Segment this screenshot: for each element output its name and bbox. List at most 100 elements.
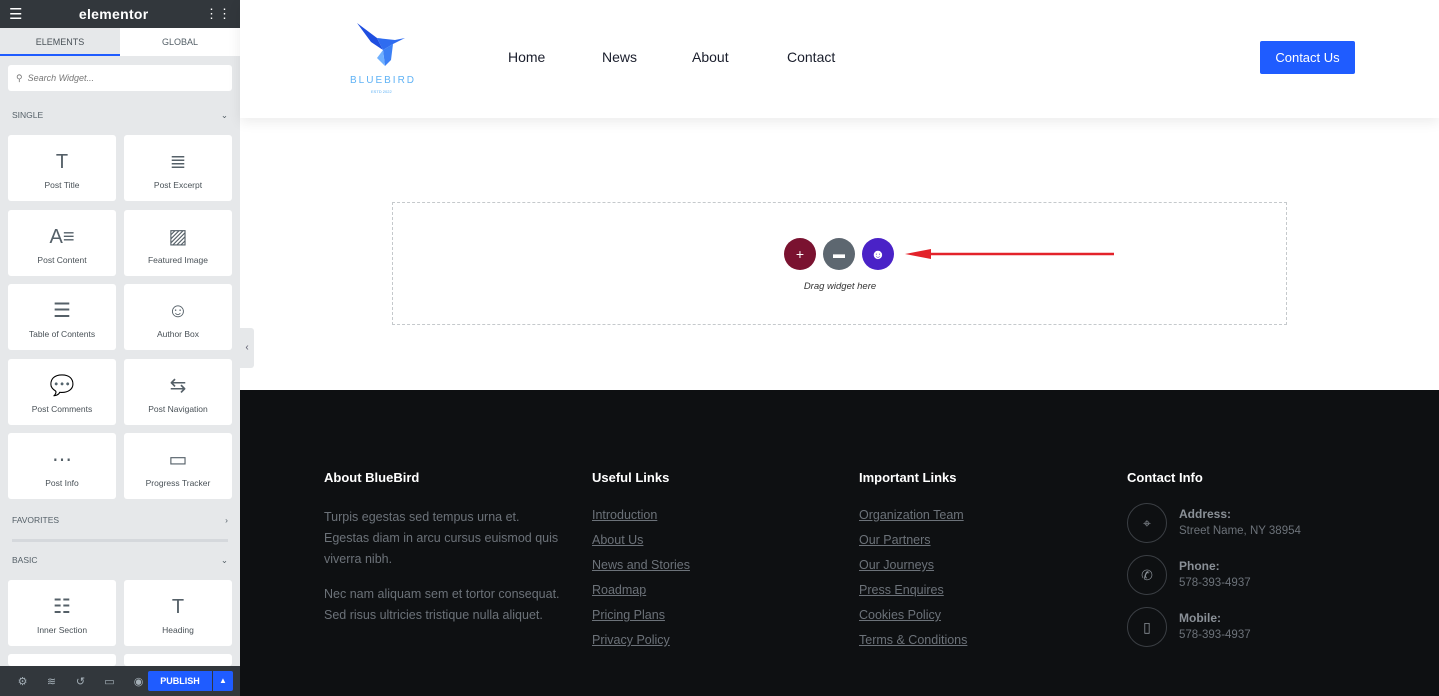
widget-post-excerpt[interactable]: ≣ Post Excerpt	[124, 135, 232, 201]
mobile-icon: ▯	[1127, 607, 1167, 647]
chevron-right-icon: ›	[225, 515, 228, 525]
widget-inner-section[interactable]: ☷ Inner Section	[8, 580, 116, 646]
widget-icon: ⋯	[52, 449, 72, 471]
elementor-logo: elementor	[78, 6, 149, 22]
widget-label: Post Content	[37, 254, 87, 265]
footer-link[interactable]: Introduction	[592, 507, 832, 524]
footer-link[interactable]: Our Partners	[859, 532, 1099, 549]
widget-icon: A≡	[49, 225, 75, 248]
category-single[interactable]: SINGLE ⌄	[12, 110, 228, 121]
editor-panel: ☰ elementor ⋮⋮ ELEMENTS GLOBAL ⚲ Search W…	[0, 0, 240, 696]
widget-post-comments[interactable]: 💬 Post Comments	[8, 358, 116, 425]
contact-value: Street Name, NY 38954	[1179, 525, 1301, 537]
widget-icon: ≣	[169, 151, 187, 173]
footer-link[interactable]: Privacy Policy	[592, 632, 832, 649]
red-arrow-annotation	[905, 249, 1114, 259]
contact-item: ⌖ Address: Street Name, NY 38954	[1127, 503, 1367, 543]
responsive-mode-icon[interactable]: ▭	[95, 675, 124, 688]
widget-icon: T	[55, 151, 69, 173]
footer-link[interactable]: Cookies Policy	[859, 607, 1099, 624]
footer-text: Nec nam aliquam sem et tortor consequat.…	[324, 587, 560, 622]
widget-post-title[interactable]: T Post Title	[8, 135, 116, 201]
logo-text: BLUEBIRD	[350, 75, 417, 86]
footer-link[interactable]: Organization Team	[859, 507, 1099, 524]
widget-label: Post Comments	[31, 403, 93, 414]
widget-featured-image[interactable]: ▨ Featured Image	[124, 209, 232, 276]
hamburger-menu-icon[interactable]: ☰	[9, 5, 22, 23]
footer-link[interactable]: Roadmap	[592, 582, 832, 599]
nav-about[interactable]: About	[692, 49, 729, 65]
footer-link[interactable]: Press Enquires	[859, 582, 1099, 599]
search-widget-input[interactable]: ⚲ Search Widget...	[8, 65, 232, 91]
publish-options-caret-icon[interactable]: ▲	[213, 671, 233, 691]
footer-text: Turpis egestas sed tempus urna et. Egest…	[324, 510, 559, 566]
logo-subtext: ESTD 2022	[371, 89, 392, 94]
widget-icon: ☷	[53, 596, 71, 618]
history-icon[interactable]: ↺	[66, 675, 95, 688]
widget-tile[interactable]	[124, 654, 232, 666]
footer-heading: Important Links	[859, 470, 957, 485]
grid-apps-icon[interactable]: ⋮⋮	[205, 6, 231, 22]
widget-label: Post Title	[44, 180, 80, 190]
widget-icon: ⇆	[169, 374, 187, 397]
panel-footer: ⚙ ≋ ↺ ▭ ◉ PUBLISH ▲	[0, 666, 240, 696]
widget-author-box[interactable]: ☺ Author Box	[124, 284, 232, 350]
widget-label: Post Navigation	[148, 403, 208, 414]
settings-gear-icon[interactable]: ⚙	[8, 675, 37, 688]
footer-heading: About BlueBird	[324, 470, 420, 485]
chevron-down-icon: ⌄	[220, 555, 228, 565]
bluebird-logo-icon[interactable]	[355, 20, 415, 70]
panel-header: ☰ elementor ⋮⋮	[0, 0, 240, 28]
widget-tile[interactable]	[8, 654, 116, 666]
publish-button[interactable]: PUBLISH	[148, 671, 212, 691]
widget-post-info[interactable]: ⋯ Post Info	[8, 433, 116, 499]
footer-important-links: Important Links Organization Team Our Par…	[859, 470, 1099, 657]
widget-icon: ▭	[168, 449, 188, 471]
footer-link[interactable]: Pricing Plans	[592, 607, 832, 624]
navigator-layers-icon[interactable]: ≋	[37, 675, 66, 688]
footer-heading: Contact Info	[1127, 470, 1203, 485]
add-template-folder-icon[interactable]: ▬	[823, 238, 855, 270]
site-footer: About BlueBird Turpis egestas sed tempus…	[240, 390, 1439, 696]
widget-label: Heading	[162, 625, 194, 635]
widget-table-of-contents[interactable]: ☰ Table of Contents	[8, 284, 116, 350]
footer-link[interactable]: Our Journeys	[859, 557, 1099, 574]
widget-heading[interactable]: T Heading	[124, 580, 232, 646]
footer-about: About BlueBird Turpis egestas sed tempus…	[324, 470, 564, 640]
collapse-panel-button[interactable]: ‹	[240, 328, 254, 368]
divider	[12, 539, 228, 542]
nav-home[interactable]: Home	[508, 49, 545, 65]
category-favorites[interactable]: FAVORITES ›	[12, 515, 228, 525]
add-section-plus-icon[interactable]: +	[784, 238, 816, 270]
drag-widget-hint: Drag widget here	[803, 281, 877, 292]
ai-assistant-icon[interactable]: ☻	[862, 238, 894, 270]
contact-label: Mobile:	[1179, 611, 1221, 625]
contact-item: ✆ Phone: 578-393-4937	[1127, 555, 1367, 595]
widget-label: Featured Image	[147, 254, 208, 265]
nav-contact[interactable]: Contact	[787, 49, 835, 65]
widget-icon: T	[171, 596, 185, 618]
search-icon: ⚲	[16, 72, 23, 83]
widget-label: Progress Tracker	[145, 478, 211, 488]
widget-label: Author Box	[156, 329, 200, 339]
nav-news[interactable]: News	[602, 49, 637, 65]
contact-value: 578-393-4937	[1179, 629, 1251, 641]
chevron-down-icon: ⌄	[220, 110, 228, 120]
footer-contact-info: Contact Info ⌖ Address: Street Name, NY 38…	[1127, 470, 1367, 663]
category-basic[interactable]: BASIC ⌄	[12, 555, 228, 566]
widget-label: Post Excerpt	[153, 180, 203, 190]
widget-post-navigation[interactable]: ⇆ Post Navigation	[124, 358, 232, 425]
footer-link[interactable]: About Us	[592, 532, 832, 549]
widget-label: Inner Section	[36, 625, 88, 635]
widget-progress-tracker[interactable]: ▭ Progress Tracker	[124, 433, 232, 499]
footer-heading: Useful Links	[592, 470, 670, 485]
widget-icon: 💬	[49, 374, 75, 397]
tab-global[interactable]: GLOBAL	[120, 28, 240, 56]
contact-value: 578-393-4937	[1179, 577, 1251, 589]
contact-us-button[interactable]: Contact Us	[1260, 41, 1355, 74]
widget-post-content[interactable]: A≡ Post Content	[8, 209, 116, 276]
widget-label: Table of Contents	[28, 329, 96, 339]
tab-elements[interactable]: ELEMENTS	[0, 28, 120, 56]
footer-link[interactable]: News and Stories	[592, 557, 832, 574]
footer-link[interactable]: Terms & Conditions	[859, 632, 1099, 649]
